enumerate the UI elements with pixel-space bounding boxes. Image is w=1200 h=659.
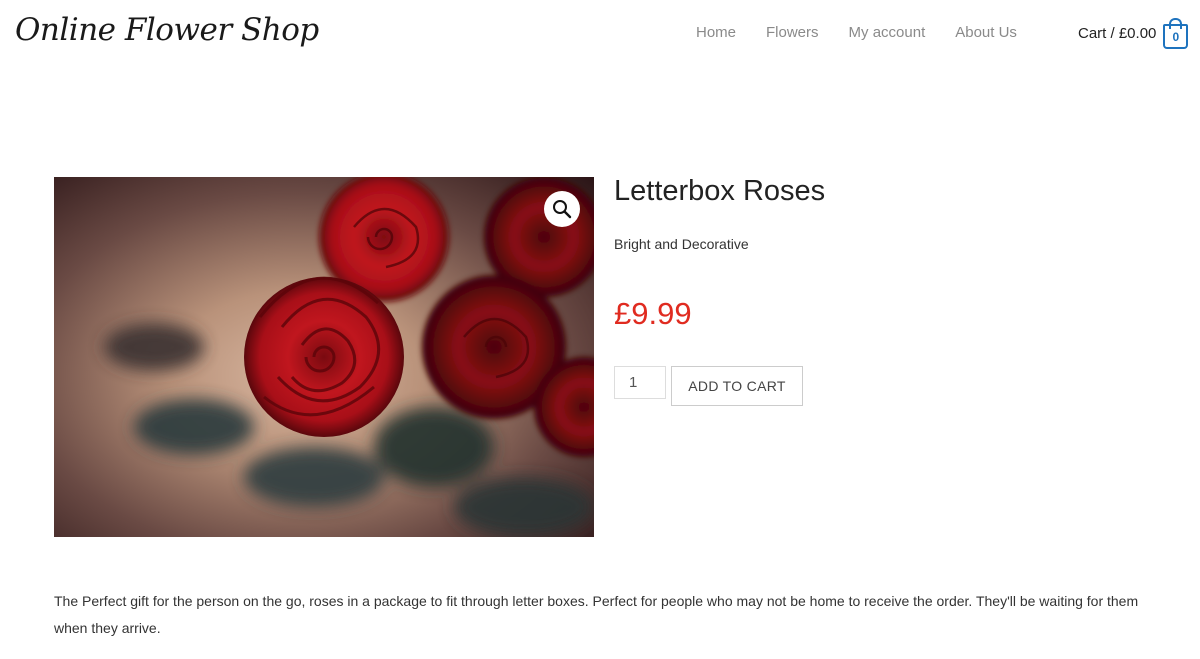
product-description: The Perfect gift for the person on the g… bbox=[54, 593, 1139, 636]
cart-total: Cart / £0.00 bbox=[1078, 25, 1157, 42]
product-short-description: Bright and Decorative bbox=[614, 236, 749, 252]
shopping-bag-icon[interactable]: 0 bbox=[1163, 18, 1189, 49]
site-header: Online Flower Shop Home Flowers My accou… bbox=[0, 0, 1200, 68]
nav-flowers[interactable]: Flowers bbox=[766, 24, 819, 41]
nav-about-us[interactable]: About Us bbox=[955, 24, 1017, 41]
roses-photo bbox=[104, 177, 594, 537]
product-image[interactable] bbox=[54, 177, 594, 537]
nav-my-account[interactable]: My account bbox=[849, 24, 926, 41]
add-to-cart-button[interactable]: ADD TO CART bbox=[671, 366, 803, 406]
magnifier-icon bbox=[553, 200, 572, 219]
product-title: Letterbox Roses bbox=[614, 175, 826, 207]
main-nav: Home Flowers My account About Us bbox=[696, 24, 1047, 41]
quantity-input[interactable] bbox=[614, 366, 666, 399]
site-logo[interactable]: Online Flower Shop bbox=[15, 12, 319, 48]
cart-count: 0 bbox=[1163, 24, 1189, 49]
zoom-button[interactable] bbox=[544, 191, 580, 227]
nav-home[interactable]: Home bbox=[696, 24, 736, 41]
product-price: £9.99 bbox=[614, 296, 692, 331]
cart-link[interactable]: Cart / £0.00 0 bbox=[1078, 18, 1189, 49]
